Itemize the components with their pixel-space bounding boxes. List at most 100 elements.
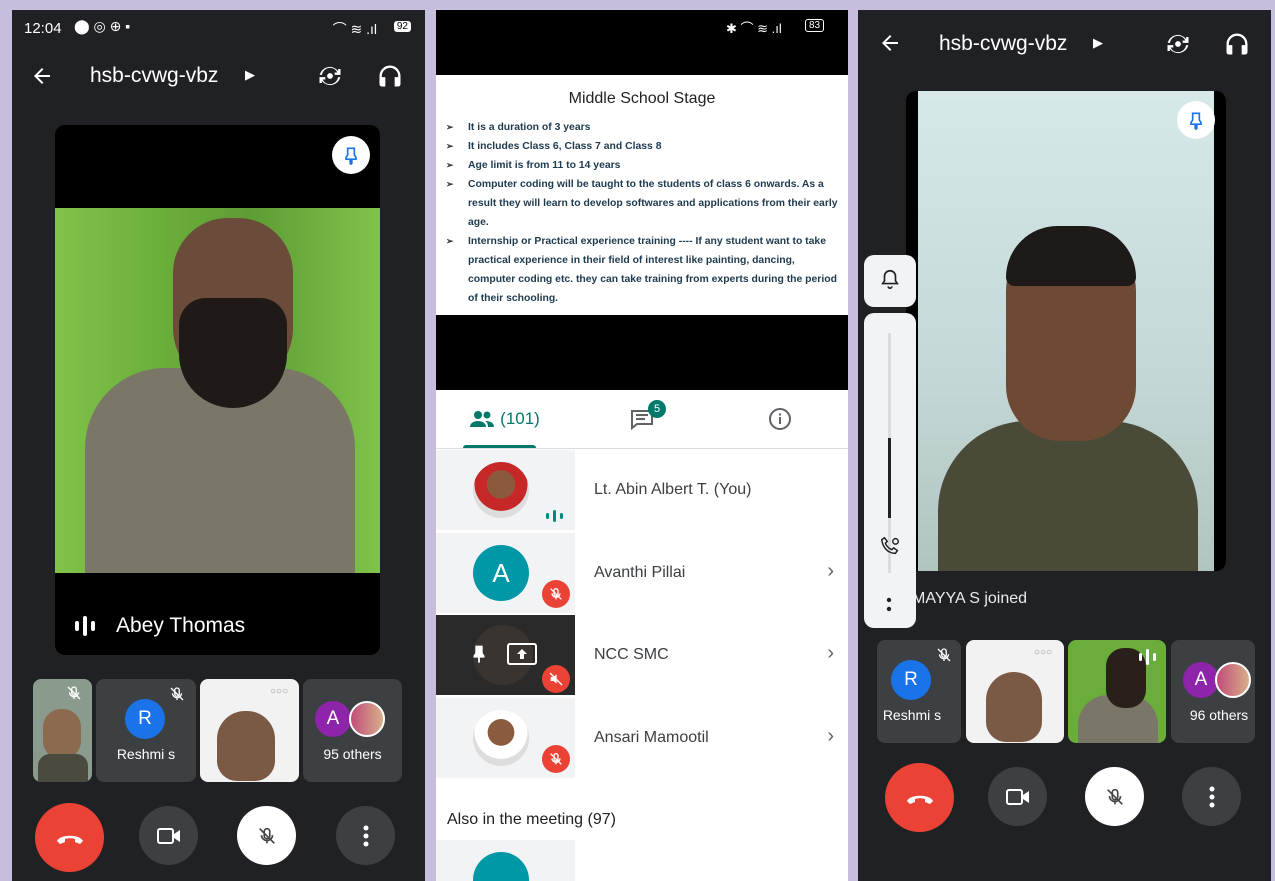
end-call-button[interactable] bbox=[885, 763, 954, 832]
avatar-photo bbox=[473, 710, 529, 766]
person-face bbox=[43, 709, 81, 759]
slide-bullet-list: It is a duration of 3 years It includes … bbox=[446, 118, 841, 308]
avatar-photo bbox=[1215, 662, 1251, 698]
mic-off-icon bbox=[168, 685, 186, 708]
left-phone-screen: 12:04 ⬤ ◎ ⊕ ▪ ⌒ ≋ .ıl 92 hsb-cvwg-vbz ▶ … bbox=[12, 10, 425, 881]
participant-row[interactable]: Ansari Mamootil › bbox=[436, 698, 848, 778]
join-notification: MAYYA S joined bbox=[912, 590, 1028, 607]
others-count: 96 others bbox=[1189, 707, 1249, 723]
audio-level-icon bbox=[73, 615, 97, 642]
video-frame bbox=[55, 208, 380, 573]
main-speaker-video[interactable] bbox=[906, 91, 1226, 571]
status-time: 12:04 bbox=[24, 20, 62, 37]
pin-icon[interactable] bbox=[468, 640, 490, 671]
meeting-code-title[interactable]: hsb-cvwg-vbz bbox=[90, 64, 218, 88]
participant-thumb-reshmi[interactable]: R Reshmi s bbox=[96, 679, 196, 782]
participant-row[interactable]: A Avanthi Pillai › bbox=[436, 533, 848, 613]
headphones-icon[interactable] bbox=[1223, 30, 1251, 58]
tab-info[interactable] bbox=[711, 390, 848, 448]
status-icons: ✱ ⌒ ≋ .ıl bbox=[726, 21, 782, 36]
ringer-button[interactable] bbox=[864, 255, 916, 307]
slide-bullet: It includes Class 6, Class 7 and Class 8 bbox=[446, 137, 841, 156]
more-options-icon[interactable] bbox=[886, 597, 892, 620]
camera-toggle-button[interactable] bbox=[988, 767, 1047, 826]
screen-share-icon bbox=[506, 642, 538, 671]
status-bar: 12:04 ⬤ ◎ ⊕ ▪ ⌒ ≋ .ıl 92 bbox=[12, 10, 425, 46]
participant-thumb: A bbox=[436, 533, 575, 613]
avatar bbox=[473, 852, 529, 881]
participant-row[interactable]: Lt. Abin Albert T. (You) bbox=[436, 450, 848, 530]
speaker-name: Abey Thomas bbox=[116, 614, 246, 637]
mic-off-icon bbox=[542, 580, 570, 608]
participant-name: NCC SMC bbox=[594, 646, 669, 663]
camera-toggle-button[interactable] bbox=[139, 806, 198, 865]
person-body bbox=[38, 754, 88, 782]
participant-video-thumb[interactable]: ○○○ bbox=[200, 679, 299, 782]
battery-indicator: 83 bbox=[805, 19, 825, 32]
mic-off-icon bbox=[935, 646, 953, 669]
status-area: ✱ ⌒ ≋ .ıl 83 bbox=[436, 10, 848, 75]
person-beard bbox=[179, 298, 287, 408]
more-options-button[interactable] bbox=[1182, 767, 1241, 826]
avatar-photo bbox=[473, 462, 529, 518]
back-arrow-icon[interactable] bbox=[878, 31, 902, 55]
battery-indicator: 92 bbox=[393, 21, 411, 32]
speaking-indicator-icon bbox=[545, 509, 565, 528]
switch-camera-icon[interactable] bbox=[316, 62, 344, 90]
notification-icons: ⬤ ◎ ⊕ ▪ bbox=[74, 18, 131, 34]
participant-row[interactable]: NCC SMC › bbox=[436, 615, 848, 695]
divider bbox=[436, 448, 848, 449]
participant-thumb bbox=[436, 450, 575, 530]
chevron-right-icon[interactable]: › bbox=[827, 725, 834, 748]
mic-off-icon bbox=[65, 684, 83, 707]
participant-name: Reshmi s bbox=[882, 707, 942, 723]
call-audio-icon[interactable] bbox=[878, 535, 902, 562]
participant-thumb bbox=[436, 840, 575, 881]
person-face bbox=[986, 672, 1042, 742]
participant-thumb bbox=[436, 615, 575, 695]
back-arrow-icon[interactable] bbox=[30, 64, 54, 88]
tab-people[interactable]: (101) bbox=[436, 390, 573, 448]
others-thumb[interactable]: A 96 others bbox=[1171, 640, 1255, 743]
more-options-icon[interactable]: ○○○ bbox=[1034, 647, 1052, 658]
participant-thumb-reshmi[interactable]: R Reshmi s bbox=[877, 640, 961, 743]
others-thumb[interactable]: A 95 others bbox=[303, 679, 402, 782]
others-count: 95 others bbox=[323, 746, 382, 762]
participant-video-thumb-speaking[interactable] bbox=[1068, 640, 1166, 743]
participant-name: Lt. Abin Albert T. (You) bbox=[594, 481, 752, 498]
chevron-right-icon[interactable]: › bbox=[827, 642, 834, 665]
mic-toggle-button[interactable] bbox=[1085, 767, 1144, 826]
participant-thumb bbox=[436, 698, 575, 778]
avatar: A bbox=[473, 545, 529, 601]
main-speaker-video[interactable]: Abey Thomas bbox=[55, 125, 380, 655]
end-call-button[interactable] bbox=[35, 803, 104, 872]
audio-level-icon bbox=[1138, 648, 1158, 671]
slide-bullet: It is a duration of 3 years bbox=[446, 118, 841, 137]
chevron-right-icon[interactable]: › bbox=[827, 560, 834, 583]
self-video-thumb[interactable] bbox=[33, 679, 92, 782]
participant-video-thumb[interactable]: ○○○ bbox=[966, 640, 1064, 743]
pin-button[interactable] bbox=[332, 136, 370, 174]
meeting-code-title[interactable]: hsb-cvwg-vbz bbox=[939, 32, 1067, 56]
volume-off-icon bbox=[542, 665, 570, 693]
more-options-button[interactable] bbox=[336, 806, 395, 865]
avatar: A bbox=[315, 701, 351, 737]
more-options-icon[interactable]: ○○○ bbox=[270, 686, 288, 697]
avatar: R bbox=[125, 699, 165, 739]
expand-caret-icon[interactable]: ▶ bbox=[1093, 35, 1103, 51]
switch-camera-icon[interactable] bbox=[1164, 30, 1192, 58]
slide-bullet: Computer coding will be taught to the st… bbox=[446, 175, 841, 232]
headphones-icon[interactable] bbox=[376, 62, 404, 90]
mic-off-icon bbox=[542, 745, 570, 773]
avatar-photo bbox=[349, 701, 385, 737]
expand-caret-icon[interactable]: ▶ bbox=[245, 67, 255, 83]
chat-badge: 5 bbox=[648, 400, 666, 418]
pin-button[interactable] bbox=[1177, 101, 1215, 139]
video-frame bbox=[918, 91, 1214, 571]
tab-chat[interactable]: 5 bbox=[573, 390, 711, 448]
slide-bullet: Internship or Practical experience train… bbox=[446, 232, 841, 308]
mic-toggle-button[interactable] bbox=[237, 806, 296, 865]
presentation-letterbox bbox=[436, 315, 848, 390]
volume-slider-fill[interactable] bbox=[888, 438, 891, 518]
right-phone-screen: hsb-cvwg-vbz ▶ MAYYA S joined R Reshmi s… bbox=[858, 10, 1271, 881]
